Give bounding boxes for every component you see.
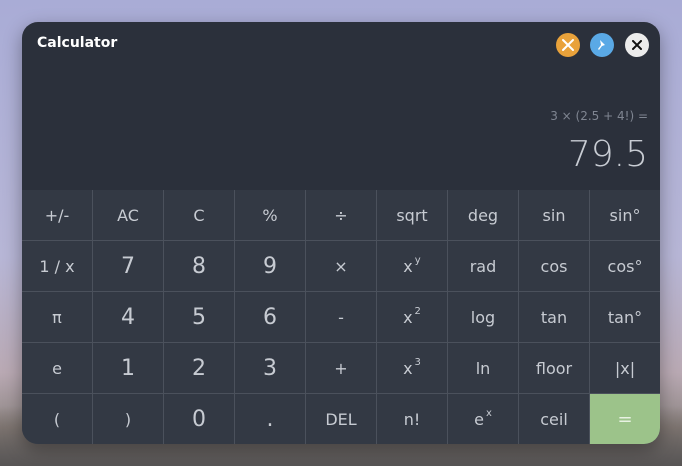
key-square[interactable]: x2 [377,292,447,342]
key-2[interactable]: 2 [164,343,234,393]
key-cos-deg[interactable]: cos° [590,241,660,291]
key-open-paren[interactable]: ( [22,394,92,444]
key-plus[interactable]: + [306,343,376,393]
key-square-sup: 2 [414,305,421,317]
key-square-base: x [403,307,413,327]
key-multiply[interactable]: × [306,241,376,291]
key-delete[interactable]: DEL [306,394,376,444]
key-cos[interactable]: cos [519,241,589,291]
key-clear[interactable]: C [164,190,234,240]
key-6[interactable]: 6 [235,292,305,342]
key-1[interactable]: 1 [93,343,163,393]
titlebar: Calculator [22,22,660,66]
key-tan-deg[interactable]: tan° [590,292,660,342]
result-text: 79.5 [567,134,648,175]
key-3[interactable]: 3 [235,343,305,393]
key-divide[interactable]: ÷ [306,190,376,240]
key-all-clear[interactable]: AC [93,190,163,240]
key-5[interactable]: 5 [164,292,234,342]
key-sin[interactable]: sin [519,190,589,240]
key-exp-sup: x [485,407,492,419]
key-cube[interactable]: x3 [377,343,447,393]
key-power-base: x [403,256,413,276]
key-tan[interactable]: tan [519,292,589,342]
keypad: +/- AC C % ÷ sqrt deg sin sin° 1 / x 7 8… [22,190,660,444]
key-negate[interactable]: +/- [22,190,92,240]
close-icon [632,40,642,50]
pin-icon [598,40,605,50]
key-9[interactable]: 9 [235,241,305,291]
key-exp-base: e [474,409,484,429]
key-log[interactable]: log [448,292,518,342]
key-deg[interactable]: deg [448,190,518,240]
key-sin-deg[interactable]: sin° [590,190,660,240]
key-7[interactable]: 7 [93,241,163,291]
tools-icon [562,39,574,51]
display: 3 × (2.5 + 4!) = 79.5 [22,66,660,190]
key-minus[interactable]: - [306,292,376,342]
key-equals[interactable]: = [590,394,660,444]
key-reciprocal[interactable]: 1 / x [22,241,92,291]
key-pi[interactable]: π [22,292,92,342]
tools-button[interactable] [556,33,580,57]
key-power-sup: y [414,254,421,266]
key-cube-base: x [403,358,413,378]
key-ceil[interactable]: ceil [519,394,589,444]
pin-button[interactable] [590,33,614,57]
key-floor[interactable]: floor [519,343,589,393]
window-title: Calculator [37,35,118,51]
key-close-paren[interactable]: ) [93,394,163,444]
key-cube-sup: 3 [414,356,421,368]
key-percent[interactable]: % [235,190,305,240]
calculator-window: Calculator 3 × (2.5 + 4!) = 79.5 +/- AC … [22,22,660,444]
key-decimal[interactable]: . [235,394,305,444]
key-exp[interactable]: ex [448,394,518,444]
close-button[interactable] [625,33,649,57]
key-sqrt[interactable]: sqrt [377,190,447,240]
expression-text: 3 × (2.5 + 4!) = [550,109,648,123]
key-abs[interactable]: |x| [590,343,660,393]
key-factorial[interactable]: n! [377,394,447,444]
key-8[interactable]: 8 [164,241,234,291]
key-rad[interactable]: rad [448,241,518,291]
key-0[interactable]: 0 [164,394,234,444]
key-4[interactable]: 4 [93,292,163,342]
key-e[interactable]: e [22,343,92,393]
key-power-y[interactable]: xy [377,241,447,291]
key-ln[interactable]: ln [448,343,518,393]
